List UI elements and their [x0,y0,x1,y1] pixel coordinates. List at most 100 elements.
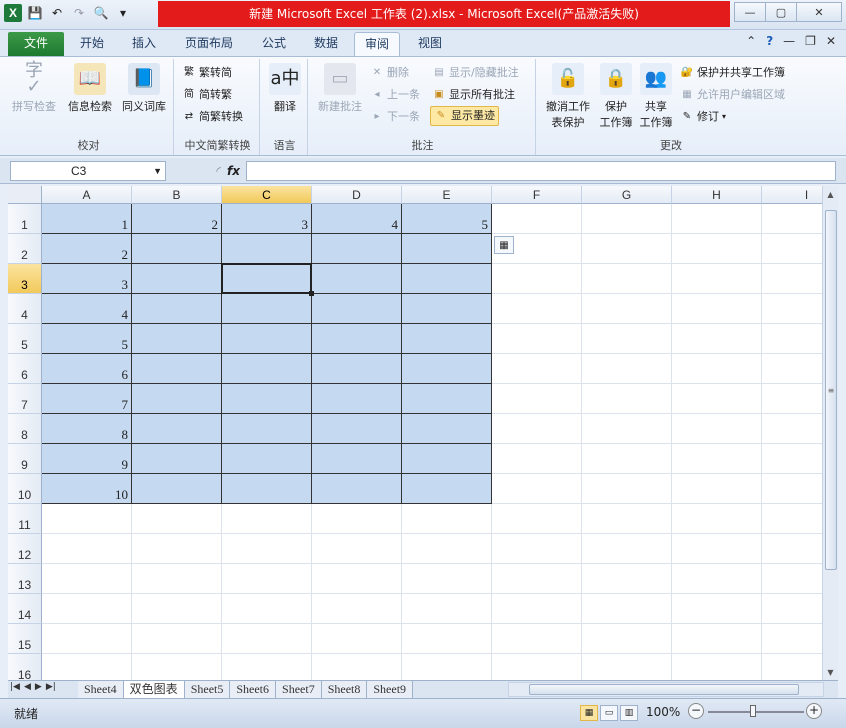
show-hide-comment-button[interactable]: ▤ 显示/隐藏批注 [432,63,518,83]
cell-d13[interactable] [312,564,402,594]
row-header-4[interactable]: 4 [8,294,42,324]
tab-home[interactable]: 开始 [70,32,114,56]
chinese-convert-button[interactable]: ⇄ 简繁转换 [182,107,243,127]
show-all-comments-button[interactable]: ▣ 显示所有批注 [432,85,515,105]
cell-d9[interactable] [312,444,402,474]
cell-c3[interactable] [222,264,312,294]
cell-g13[interactable] [582,564,672,594]
cell-h15[interactable] [672,624,762,654]
cell-d5[interactable] [312,324,402,354]
cell-c1[interactable]: 3 [222,204,312,234]
cell-i11[interactable] [762,504,822,534]
cell-c9[interactable] [222,444,312,474]
cell-i4[interactable] [762,294,822,324]
cell-c5[interactable] [222,324,312,354]
cell-g15[interactable] [582,624,672,654]
cell-b10[interactable] [132,474,222,504]
zoom-level[interactable]: 100% [646,705,680,719]
cell-a5[interactable]: 5 [42,324,132,354]
minimize-button[interactable]: — [734,2,766,22]
cell-e9[interactable] [402,444,492,474]
customize-qat-icon[interactable]: ▾ [114,4,132,22]
first-sheet-icon[interactable]: |◀ [10,682,20,692]
cell-i12[interactable] [762,534,822,564]
cell-c6[interactable] [222,354,312,384]
zoom-in-icon[interactable]: + [806,703,822,719]
cell-a10[interactable]: 10 [42,474,132,504]
new-comment-button[interactable]: ▭ 新建批注 [312,61,368,115]
cell-c4[interactable] [222,294,312,324]
tab-file[interactable]: 文件 [8,32,64,56]
column-header-e[interactable]: E [402,186,492,204]
cell-d16[interactable] [312,654,402,680]
cell-a13[interactable] [42,564,132,594]
column-header-b[interactable]: B [132,186,222,204]
normal-view-icon[interactable]: ▦ [580,705,598,721]
cell-g1[interactable] [582,204,672,234]
zoom-slider-track[interactable] [708,711,804,713]
row-header-2[interactable]: 2 [8,234,42,264]
cell-f5[interactable] [492,324,582,354]
fill-handle[interactable] [309,291,314,296]
cell-g10[interactable] [582,474,672,504]
column-header-f[interactable]: F [492,186,582,204]
print-preview-icon[interactable]: 🔍 [92,4,110,22]
cell-f16[interactable] [492,654,582,680]
tab-review[interactable]: 审阅 [354,32,400,56]
cell-a16[interactable] [42,654,132,680]
cell-h8[interactable] [672,414,762,444]
cell-g11[interactable] [582,504,672,534]
row-header-13[interactable]: 13 [8,564,42,594]
cell-f14[interactable] [492,594,582,624]
cell-c11[interactable] [222,504,312,534]
cell-g2[interactable] [582,234,672,264]
row-header-15[interactable]: 15 [8,624,42,654]
column-header-h[interactable]: H [672,186,762,204]
cell-i9[interactable] [762,444,822,474]
prev-comment-button[interactable]: ◂ 上一条 [370,85,420,105]
collapse-ribbon-icon[interactable]: ⌃ [746,34,756,48]
cell-g7[interactable] [582,384,672,414]
cell-g3[interactable] [582,264,672,294]
cell-h9[interactable] [672,444,762,474]
row-header-10[interactable]: 10 [8,474,42,504]
cell-d2[interactable] [312,234,402,264]
cell-g12[interactable] [582,534,672,564]
cell-i5[interactable] [762,324,822,354]
cell-h1[interactable] [672,204,762,234]
page-layout-view-icon[interactable]: ▭ [600,705,618,721]
cell-i2[interactable] [762,234,822,264]
cell-i7[interactable] [762,384,822,414]
row-header-16[interactable]: 16 [8,654,42,680]
cell-b9[interactable] [132,444,222,474]
translate-button[interactable]: a中 翻译 [264,61,306,115]
cell-c14[interactable] [222,594,312,624]
cell-g9[interactable] [582,444,672,474]
row-header-7[interactable]: 7 [8,384,42,414]
column-header-i[interactable]: I [762,186,822,204]
row-header-1[interactable]: 1 [8,204,42,234]
cell-b2[interactable] [132,234,222,264]
zoom-slider-thumb[interactable] [750,705,756,717]
cell-h7[interactable] [672,384,762,414]
cell-a1[interactable]: 1 [42,204,132,234]
name-box-dropdown-icon[interactable]: ▼ [153,162,162,180]
spell-check-button[interactable]: 字✓ 拼写检查 [8,61,60,115]
column-header-d[interactable]: D [312,186,402,204]
cell-h2[interactable] [672,234,762,264]
cell-f10[interactable] [492,474,582,504]
cell-f13[interactable] [492,564,582,594]
cell-d11[interactable] [312,504,402,534]
cell-e16[interactable] [402,654,492,680]
row-header-14[interactable]: 14 [8,594,42,624]
thesaurus-button[interactable]: 📘 同义词库 [118,61,170,115]
sheet-tab-sheet9[interactable]: Sheet9 [367,681,414,698]
cell-h10[interactable] [672,474,762,504]
cell-f15[interactable] [492,624,582,654]
cell-f12[interactable] [492,534,582,564]
cell-a6[interactable]: 6 [42,354,132,384]
cell-c10[interactable] [222,474,312,504]
cell-d15[interactable] [312,624,402,654]
cell-a11[interactable] [42,504,132,534]
cell-b6[interactable] [132,354,222,384]
